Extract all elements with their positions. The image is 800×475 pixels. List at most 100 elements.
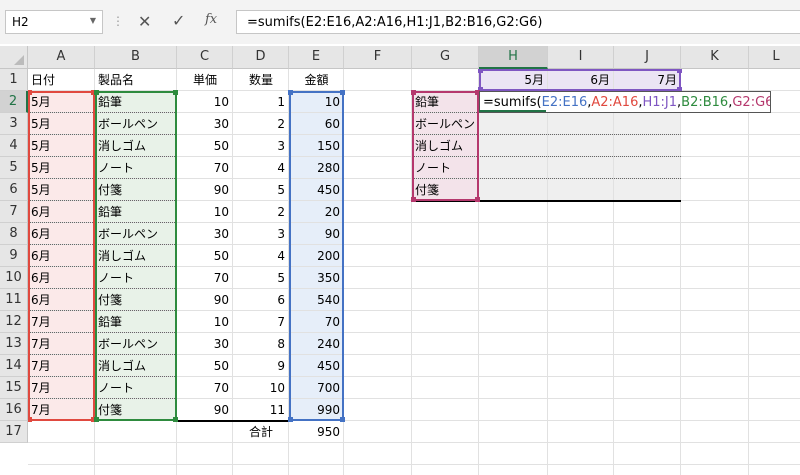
row-header-16[interactable]: 16 xyxy=(0,399,28,421)
range-handle[interactable] xyxy=(173,417,178,422)
formula-prefix: =sumifs( xyxy=(483,95,542,110)
formula-bar: H2 ▼ ⋮ ✕ ✓ fx =sumifs(E2:E16,A2:A16,H1:J… xyxy=(0,0,800,44)
cell-d1[interactable]: 数量 xyxy=(233,69,289,91)
formula-part: A2:A16 xyxy=(591,95,639,110)
column-header-g[interactable]: G xyxy=(412,46,479,69)
drag-handle-icon[interactable]: ⋮ xyxy=(112,14,124,28)
range-handle[interactable] xyxy=(28,417,32,422)
enter-icon[interactable]: ✓ xyxy=(172,11,185,30)
row-header-10[interactable]: 10 xyxy=(0,267,28,289)
range-handle[interactable] xyxy=(478,69,483,73)
cell-c11[interactable]: 90 xyxy=(177,289,233,311)
cancel-icon[interactable]: ✕ xyxy=(138,12,151,31)
gridline-horizontal xyxy=(28,464,800,465)
range-handle[interactable] xyxy=(288,90,293,95)
range-handle[interactable] xyxy=(411,90,416,95)
cell-d6[interactable]: 5 xyxy=(233,179,289,201)
cell-c2[interactable]: 10 xyxy=(177,91,233,113)
row-header-8[interactable]: 8 xyxy=(0,223,28,245)
column-header-f[interactable]: F xyxy=(344,46,412,69)
cell-d7[interactable]: 2 xyxy=(233,201,289,223)
row-header-5[interactable]: 5 xyxy=(0,157,28,179)
row-header-3[interactable]: 3 xyxy=(0,113,28,135)
cell-c12[interactable]: 10 xyxy=(177,311,233,333)
column-header-j[interactable]: J xyxy=(614,46,681,69)
cell-c6[interactable]: 90 xyxy=(177,179,233,201)
column-header-c[interactable]: C xyxy=(177,46,233,69)
cell-d14[interactable]: 9 xyxy=(233,355,289,377)
cell-c13[interactable]: 30 xyxy=(177,333,233,355)
column-header-b[interactable]: B xyxy=(95,46,177,69)
cell-d13[interactable]: 8 xyxy=(233,333,289,355)
range-handle[interactable] xyxy=(28,90,32,95)
row-header-17[interactable]: 17 xyxy=(0,421,28,443)
range-handle[interactable] xyxy=(411,197,416,202)
cell-d12[interactable]: 7 xyxy=(233,311,289,333)
column-header-h[interactable]: H xyxy=(479,46,548,69)
cell-d11[interactable]: 6 xyxy=(233,289,289,311)
row-header-7[interactable]: 7 xyxy=(0,201,28,223)
range-box-e2-e16 xyxy=(289,91,344,421)
column-header-i[interactable]: I xyxy=(548,46,614,69)
chevron-down-icon[interactable]: ▼ xyxy=(90,16,96,25)
row-header-11[interactable]: 11 xyxy=(0,289,28,311)
cell-b1[interactable]: 製品名 xyxy=(95,69,177,91)
cell-d17[interactable]: 合計 xyxy=(233,421,289,443)
cell-c7[interactable]: 10 xyxy=(177,201,233,223)
row-header-12[interactable]: 12 xyxy=(0,311,28,333)
cell-c14[interactable]: 50 xyxy=(177,355,233,377)
cell-a1[interactable]: 日付 xyxy=(28,69,95,91)
formula-part: E2:E16 xyxy=(541,95,588,110)
spreadsheet-window: H2 ▼ ⋮ ✕ ✓ fx =sumifs(E2:E16,A2:A16,H1:J… xyxy=(0,0,800,475)
range-handle[interactable] xyxy=(288,417,293,422)
range-handle[interactable] xyxy=(94,417,99,422)
cell-d3[interactable]: 2 xyxy=(233,113,289,135)
range-handle[interactable] xyxy=(173,90,178,95)
row-header-9[interactable]: 9 xyxy=(0,245,28,267)
cell-grid[interactable]: 日付 製品名 単価 数量 金額 5月 鉛筆 10 1 10 5月 ボールペン 30 2 60 5月 消しゴム 50… xyxy=(28,69,800,475)
select-all-button[interactable] xyxy=(0,46,28,69)
column-header-d[interactable]: D xyxy=(233,46,289,69)
cell-d9[interactable]: 4 xyxy=(233,245,289,267)
cell-c1[interactable]: 単価 xyxy=(177,69,233,91)
cell-e17[interactable]: 950 xyxy=(289,421,344,443)
formula-part: B2:B16 xyxy=(681,95,729,110)
range-handle[interactable] xyxy=(475,197,480,202)
row-header-15[interactable]: 15 xyxy=(0,377,28,399)
cell-d4[interactable]: 3 xyxy=(233,135,289,157)
cell-d8[interactable]: 3 xyxy=(233,223,289,245)
row-header-1[interactable]: 1 xyxy=(0,69,28,91)
row-header-13[interactable]: 13 xyxy=(0,333,28,355)
name-box[interactable]: H2 ▼ xyxy=(5,10,103,34)
cell-c3[interactable]: 30 xyxy=(177,113,233,135)
row-header-14[interactable]: 14 xyxy=(0,355,28,377)
column-header-e[interactable]: E xyxy=(289,46,344,69)
row-header-2[interactable]: 2 xyxy=(0,91,28,113)
cell-d10[interactable]: 5 xyxy=(233,267,289,289)
range-handle[interactable] xyxy=(94,90,99,95)
cell-c5[interactable]: 70 xyxy=(177,157,233,179)
column-header-l[interactable]: L xyxy=(749,46,800,69)
cell-c16[interactable]: 90 xyxy=(177,399,233,421)
cell-e1[interactable]: 金額 xyxy=(289,69,344,91)
cell-c4[interactable]: 50 xyxy=(177,135,233,157)
select-all-icon xyxy=(14,55,24,65)
cell-c10[interactable]: 70 xyxy=(177,267,233,289)
row-header-4[interactable]: 4 xyxy=(0,135,28,157)
cell-d2[interactable]: 1 xyxy=(233,91,289,113)
cell-c15[interactable]: 70 xyxy=(177,377,233,399)
cell-d15[interactable]: 10 xyxy=(233,377,289,399)
range-handle[interactable] xyxy=(340,417,345,422)
row-header-6[interactable]: 6 xyxy=(0,179,28,201)
range-handle[interactable] xyxy=(677,69,682,73)
range-handle[interactable] xyxy=(340,90,345,95)
formula-input[interactable]: =sumifs(E2:E16,A2:A16,H1:J1,B2:B16,G2:G6… xyxy=(236,10,800,34)
range-box-a2-a16 xyxy=(28,91,95,421)
cell-d16[interactable]: 11 xyxy=(233,399,289,421)
column-header-k[interactable]: K xyxy=(681,46,749,69)
column-header-a[interactable]: A xyxy=(28,46,95,69)
cell-d5[interactable]: 4 xyxy=(233,157,289,179)
insert-function-icon[interactable]: fx xyxy=(205,12,217,27)
cell-c9[interactable]: 50 xyxy=(177,245,233,267)
cell-c8[interactable]: 30 xyxy=(177,223,233,245)
